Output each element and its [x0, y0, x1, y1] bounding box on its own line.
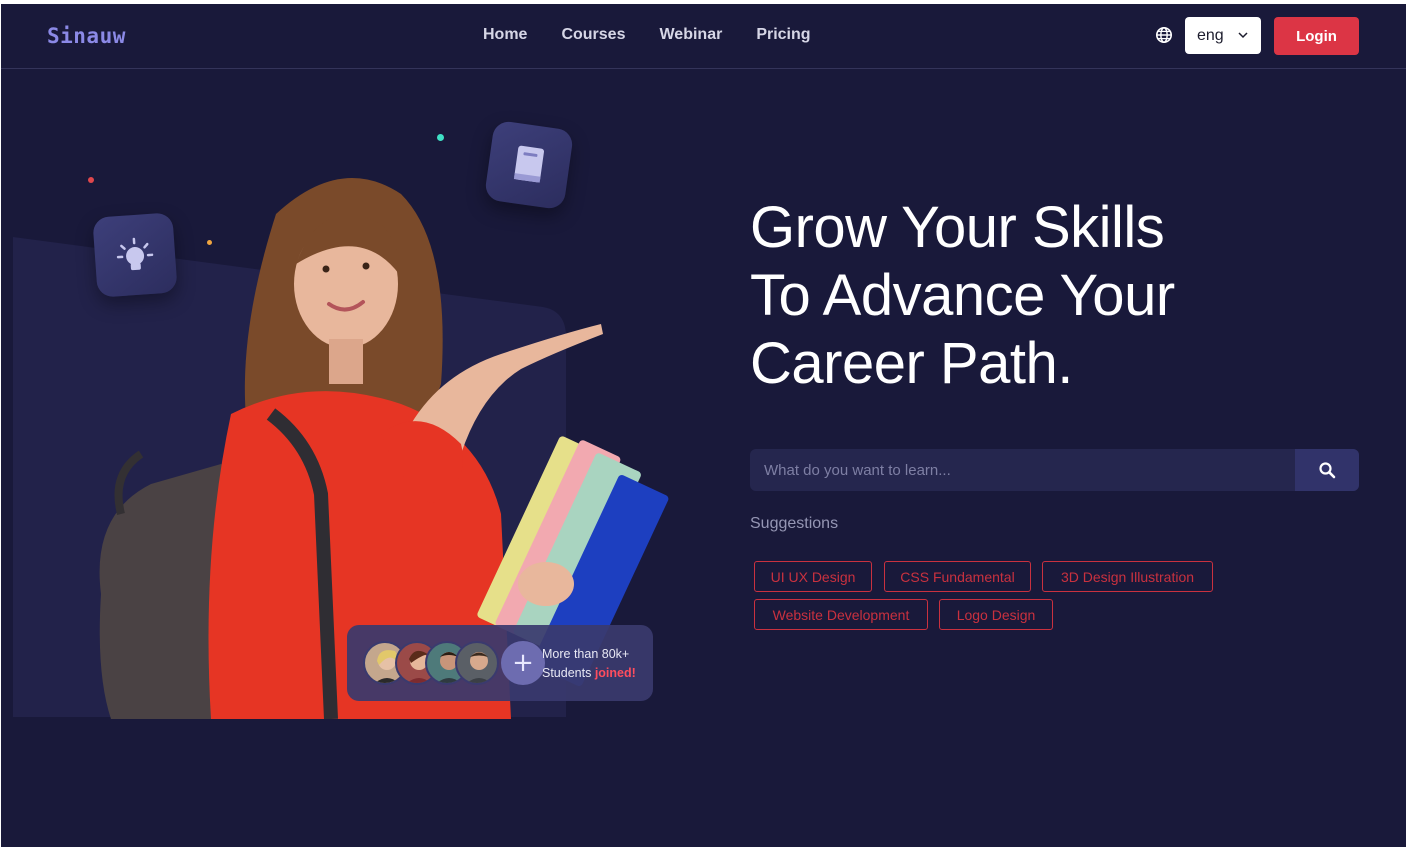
students-label: Students	[542, 666, 595, 680]
page-frame: Sinauw Home Courses Webinar Pricing eng …	[1, 4, 1406, 847]
main-menu: Home Courses Webinar Pricing	[483, 26, 845, 44]
suggestions-heading: Suggestions	[750, 515, 839, 532]
students-joined-line: Students joined!	[542, 664, 636, 683]
headline-line-1: Grow Your Skills	[750, 195, 1165, 260]
brand-logo[interactable]: Sinauw	[47, 24, 126, 48]
nav-link-home[interactable]: Home	[483, 26, 527, 44]
student-avatars: +	[363, 641, 545, 685]
joined-highlight: joined!	[594, 666, 636, 680]
suggestion-chip-logo-design[interactable]: Logo Design	[939, 599, 1053, 630]
avatar	[455, 641, 499, 685]
plus-icon: +	[501, 641, 545, 685]
suggestion-chip-css-fundamental[interactable]: CSS Fundamental	[884, 561, 1031, 592]
login-button[interactable]: Login	[1274, 17, 1359, 55]
chevron-down-icon	[1238, 32, 1248, 39]
suggestion-chip-3d-design-illustration[interactable]: 3D Design Illustration	[1042, 561, 1213, 592]
language-select[interactable]: eng	[1185, 17, 1261, 54]
hero-headline: Grow Your Skills To Advance Your Career …	[750, 194, 1310, 398]
decor-dot-teal	[437, 134, 444, 141]
language-value: eng	[1197, 26, 1224, 44]
globe-icon	[1155, 26, 1173, 44]
nav-link-webinar[interactable]: Webinar	[659, 26, 722, 44]
search-icon	[1319, 462, 1336, 479]
students-joined-card: + More than 80k+ Students joined!	[347, 625, 653, 701]
headline-line-3: Career Path.	[750, 331, 1073, 396]
nav-link-pricing[interactable]: Pricing	[756, 26, 810, 44]
search-input[interactable]	[750, 449, 1294, 491]
search-button[interactable]	[1295, 449, 1359, 491]
top-navbar: Sinauw Home Courses Webinar Pricing eng …	[1, 4, 1406, 69]
suggestion-chip-website-development[interactable]: Website Development	[754, 599, 928, 630]
nav-link-courses[interactable]: Courses	[561, 26, 625, 44]
students-count: More than 80k+	[542, 647, 630, 661]
students-joined-text: More than 80k+ Students joined!	[542, 645, 636, 683]
course-search-bar	[750, 449, 1359, 491]
suggestion-chip-ui-ux-design[interactable]: UI UX Design	[754, 561, 872, 592]
headline-line-2: To Advance Your	[750, 263, 1175, 328]
